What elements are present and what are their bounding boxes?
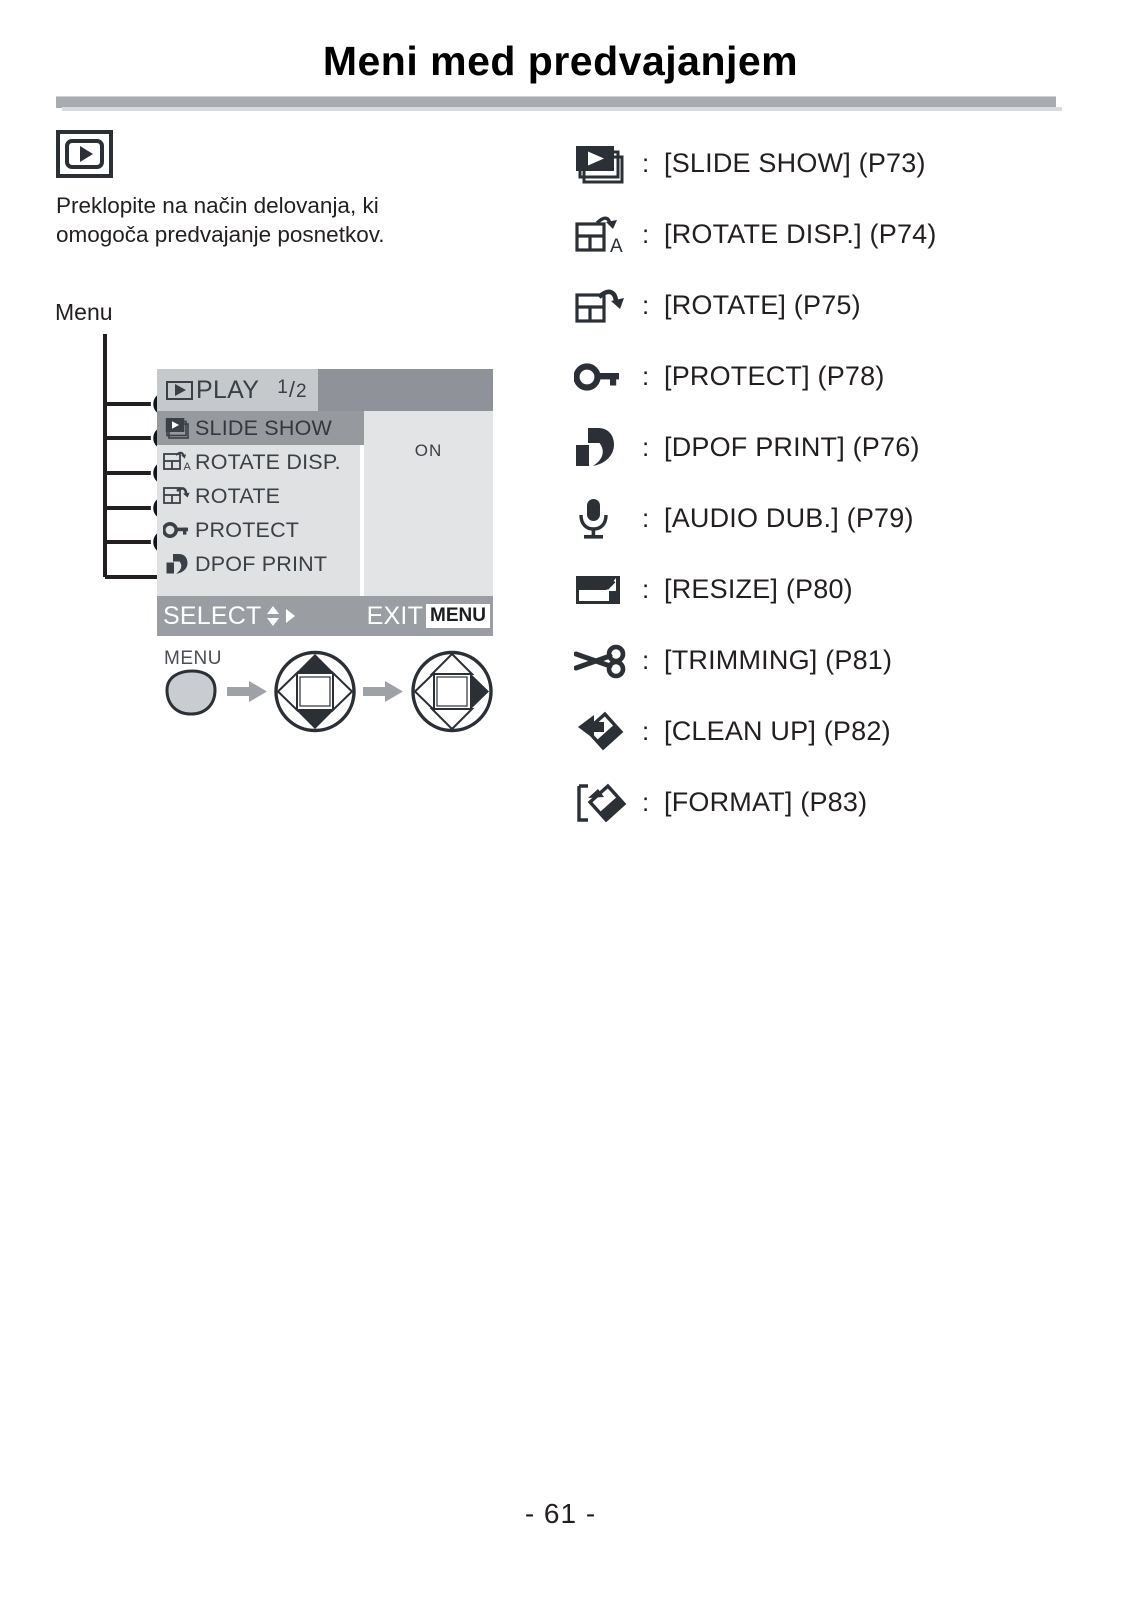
rotate-disp-icon: A <box>570 213 642 257</box>
svg-text:A: A <box>610 236 623 257</box>
resize-icon <box>570 570 642 610</box>
menu-callout-label: Menu <box>55 299 113 325</box>
microphone-icon <box>570 496 642 542</box>
play-triangle-icon <box>79 146 93 162</box>
lcd-menu-item-label: SLIDE SHOW <box>195 415 332 440</box>
playback-mode-icon-inner <box>65 139 104 169</box>
lcd-tab-play[interactable]: PLAY 1/2 <box>157 369 318 411</box>
up-down-arrow-icon <box>267 606 280 626</box>
lcd-exit-label: EXIT <box>366 601 424 630</box>
legend-item-format: : [FORMAT] (P83) <box>570 767 1090 838</box>
lcd-body: SLIDE SHOW A ROTATE DISP. ROTATE PROTECT… <box>157 411 493 596</box>
slide-show-icon <box>161 417 195 439</box>
right-arrow-icon <box>286 609 296 623</box>
lcd-menu-item-label: DPOF PRINT <box>195 551 328 576</box>
page-denominator: 2 <box>295 381 307 402</box>
lcd-tab-page-indicator: 1/2 <box>277 377 306 403</box>
legend-label: [DPOF PRINT] (P76) <box>664 432 920 462</box>
rotate-disp-icon: A <box>161 450 195 474</box>
legend-separator: : <box>642 574 650 604</box>
legend-item-protect: : [PROTECT] (P78) <box>570 341 1090 412</box>
legend-item-rotate: : [ROTATE] (P75) <box>570 270 1090 341</box>
mode-description-text: Preklopite na način delovanja, ki omogoč… <box>56 193 385 247</box>
legend-item-trimming: : [TRIMMING] (P81) <box>570 625 1090 696</box>
menu-button <box>165 669 217 716</box>
playback-mode-icon <box>56 130 113 178</box>
button-operation-flow: MENU <box>155 648 505 738</box>
rotate-icon <box>570 284 642 328</box>
lcd-menu-screen: PLAY 1/2 SLIDE SHOW A ROTATE DISP. ROTAT… <box>157 369 493 636</box>
dpof-print-icon <box>570 425 642 471</box>
lcd-menu-item-rotate[interactable]: ROTATE <box>157 479 360 513</box>
lcd-menu-chip[interactable]: MENU <box>426 604 490 628</box>
four-way-controller-right <box>411 650 493 733</box>
lcd-footer: SELECT EXIT MENU <box>157 596 493 636</box>
lcd-menu-item-slide-show[interactable]: SLIDE SHOW <box>157 411 368 445</box>
legend-separator: : <box>642 787 650 817</box>
page-numerator: 1 <box>277 377 288 398</box>
legend-label: [PROTECT] (P78) <box>664 361 885 391</box>
protect-key-icon <box>161 520 195 540</box>
page-number: - 61 - <box>524 1498 597 1529</box>
legend-separator: : <box>642 645 650 675</box>
four-way-controller-updown <box>274 650 356 733</box>
lcd-tab-label: PLAY <box>196 375 260 404</box>
title-rule-shadow <box>62 107 1062 111</box>
legend-label: [SLIDE SHOW] (P73) <box>664 148 926 178</box>
lcd-menu-item-protect[interactable]: PROTECT <box>157 513 360 547</box>
slide-show-icon <box>570 143 642 185</box>
rotate-icon <box>161 484 195 508</box>
dpof-print-icon <box>161 552 195 576</box>
legend-item-dpof-print: : [DPOF PRINT] (P76) <box>570 412 1090 483</box>
legend-separator: : <box>642 290 650 320</box>
lcd-menu-list: SLIDE SHOW A ROTATE DISP. ROTATE PROTECT… <box>157 411 385 596</box>
arrow-right-icon-2 <box>363 681 403 702</box>
lcd-footer-exit: EXIT MENU <box>367 602 490 631</box>
legend-label: [AUDIO DUB.] (P79) <box>664 503 914 533</box>
legend-label: [FORMAT] (P83) <box>664 787 868 817</box>
legend-label: [TRIMMING] (P81) <box>664 645 893 675</box>
legend-label: [CLEAN UP] (P82) <box>664 716 891 746</box>
format-icon <box>570 780 642 826</box>
clean-up-icon <box>570 709 642 755</box>
mode-description-block: Preklopite na način delovanja, ki omogoč… <box>56 130 526 249</box>
lcd-menu-item-dpof-print[interactable]: DPOF PRINT <box>157 547 360 581</box>
lcd-select-label: SELECT <box>163 601 262 630</box>
legend-item-slide-show: : [SLIDE SHOW] (P73) <box>570 128 1090 199</box>
lcd-header: PLAY 1/2 <box>157 369 493 411</box>
lcd-menu-item-label: ROTATE <box>195 483 281 508</box>
legend-item-clean-up: : [CLEAN UP] (P82) <box>570 696 1090 767</box>
legend-item-audio-dub: : [AUDIO DUB.] (P79) <box>570 483 1090 554</box>
menu-button-label: MENU <box>164 648 222 669</box>
legend-label: [ROTATE] (P75) <box>664 290 861 320</box>
play-icon <box>166 380 193 400</box>
legend-separator: : <box>642 716 650 746</box>
svg-text:A: A <box>184 461 192 473</box>
lcd-value-on: ON <box>414 441 443 460</box>
legend-label: [RESIZE] (P80) <box>664 574 853 604</box>
arrow-right-icon-1 <box>227 681 267 702</box>
lcd-menu-item-rotate-disp[interactable]: A ROTATE DISP. <box>157 445 360 479</box>
legend-item-rotate-disp: A : [ROTATE DISP.] (P74) <box>570 199 1090 270</box>
lcd-value-column: ON <box>364 411 493 596</box>
lcd-menu-item-label: PROTECT <box>195 517 300 542</box>
legend-separator: : <box>642 148 650 178</box>
lcd-footer-select: SELECT <box>163 602 298 631</box>
protect-key-icon <box>570 360 642 394</box>
legend-label: [ROTATE DISP.] (P74) <box>664 219 937 249</box>
legend-list: : [SLIDE SHOW] (P73) A : [ROTATE DISP.] … <box>570 128 1090 838</box>
legend-separator: : <box>642 219 650 249</box>
page-title: Meni med predvajanjem <box>322 38 799 84</box>
page-separator: / <box>288 377 295 402</box>
scissors-icon <box>570 642 642 680</box>
legend-separator: : <box>642 503 650 533</box>
legend-separator: : <box>642 361 650 391</box>
lcd-menu-item-label: ROTATE DISP. <box>195 449 341 474</box>
legend-separator: : <box>642 432 650 462</box>
legend-item-resize: : [RESIZE] (P80) <box>570 554 1090 625</box>
